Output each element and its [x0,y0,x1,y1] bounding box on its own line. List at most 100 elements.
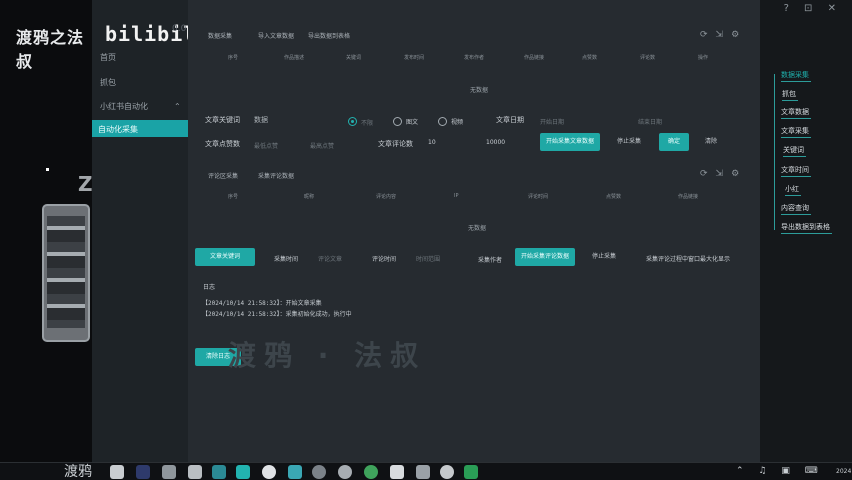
app-icon[interactable] [262,465,276,479]
main-panel: 数据采集 导入文章数据 导出数据到表格 ⟳⇲⚙ 序号 作品描述 关键词 发布时间… [188,0,760,462]
date-end-input[interactable]: 结束日期 [638,117,662,126]
app-icon[interactable] [364,465,378,479]
tab-data-collect[interactable]: 数据采集 [208,31,232,40]
col-author: 发布作者 [464,55,485,61]
radio-any[interactable] [348,117,357,126]
clear-button[interactable]: 清除 [696,133,726,151]
app-icon[interactable] [110,465,124,479]
confirm-button[interactable]: 确定 [659,133,689,151]
author-label: 采集作者 [478,257,503,264]
app-icon[interactable] [390,465,404,479]
app-icon[interactable] [212,465,226,479]
col2-ip: IP [454,193,459,199]
watermark-text: 渡鸦 · 法叔 [228,339,427,372]
app-icon[interactable] [288,465,302,479]
start-comment-collect-button[interactable]: 开始采集评论数据 [515,248,575,266]
comment-max-input[interactable]: 10000 [486,139,505,146]
taskbar: 渡鸦 ⌃ ♫ ▣ ⌨ 2024 [0,462,852,480]
chevron-up-icon[interactable]: ⌃ [174,102,181,111]
mindmap-node: 数据采集 [781,70,811,82]
mindmap-node: 抓包 [782,89,798,101]
col2-link: 作品链接 [678,194,699,200]
col-description: 作品描述 [284,55,305,61]
sidebar-item-capture[interactable]: 抓包 [100,77,116,88]
comment-time-label: 评论时间 [372,256,397,263]
app-icon[interactable] [236,465,250,479]
mindmap-node: 文章数据 [781,107,811,119]
app-icon[interactable] [338,465,352,479]
video-overlay-strip: 渡鸦之法叔 Z [0,0,93,462]
z-glyph: Z [78,172,93,196]
like-min-input[interactable]: 最低点赞 [254,141,278,150]
col2-content: 评论内容 [376,194,397,200]
start-collect-button[interactable]: 开始采集文章数据 [540,133,600,151]
sidebar: 首页 抓包 小红书自动化 ⌃ 自动化采集 [92,0,188,462]
col-link: 作品链接 [524,55,545,61]
channel-title: 渡鸦之法叔 [16,28,85,71]
col-keyword: 关键词 [346,55,362,61]
date-label: 文章日期 [496,116,524,124]
app-icon[interactable] [188,465,202,479]
comment-label: 文章评论数 [378,140,413,148]
table2-toolbar-icons[interactable]: ⟳⇲⚙ [700,169,747,179]
radio-image[interactable] [393,117,402,126]
col2-nickname: 昵称 [304,194,315,200]
mindmap-node: 导出数据到表格 [781,222,832,234]
comment-keyword-tab[interactable]: 文章关键词 [195,248,255,266]
tab-collect-comments[interactable]: 采集评论数据 [258,171,294,180]
system-tray-icons[interactable]: ⌃ ♫ ▣ ⌨ [736,466,824,476]
maximize-hint: 采集评论过程中窗口最大化显示 [646,256,731,263]
radio-video-label: 视频 [451,119,464,126]
col-publish-time: 发布时间 [404,55,425,61]
app-icon[interactable] [440,465,454,479]
stop-collect-button[interactable]: 停止采集 [606,133,652,151]
col-comments: 评论数 [640,55,656,61]
radio-image-label: 图文 [406,119,419,126]
col-index: 序号 [228,55,239,61]
comment-min-input[interactable]: 10 [428,139,436,146]
keyword-input[interactable]: 数据 [254,115,268,125]
app-icon[interactable] [312,465,326,479]
empty-label-2: 无数据 [468,225,487,232]
mindmap-node: 关键词 [783,145,806,157]
mindmap-node: 文章时间 [781,165,811,177]
tab-export-table[interactable]: 导出数据到表格 [308,31,350,40]
mindmap-node: 文章采集 [781,126,811,138]
radio-video[interactable] [438,117,447,126]
table-toolbar-icons[interactable]: ⟳⇲⚙ [700,30,747,40]
mindmap-node: 小红 [785,184,801,196]
phone-preview [42,204,90,342]
sidebar-item-xhs-automation[interactable]: 小红书自动化 [100,101,148,112]
screen: 渡鸦之法叔 Z 首页 抓包 小红书自动化 ⌃ 自动化采集 bilibili 0.… [0,0,852,480]
col2-index: 序号 [228,194,239,200]
like-label: 文章点赞数 [205,140,240,148]
like-max-input[interactable]: 最高点赞 [310,141,334,150]
log-line: 【2024/10/14 21:58:32】：采集初始化成功，执行中 [202,311,352,318]
stop-comment-collect-button[interactable]: 停止采集 [581,248,627,266]
log-title: 日志 [203,284,216,291]
collect-time-label: 采集时间 [274,256,299,263]
app-icon[interactable] [136,465,150,479]
time-range-input[interactable]: 时间范围 [416,254,440,263]
app-icon[interactable] [162,465,176,479]
radio-any-label: 不限 [361,120,374,127]
tab-comment-area[interactable]: 评论区采集 [208,171,238,180]
sidebar-item-home[interactable]: 首页 [100,52,116,63]
app-icon[interactable] [416,465,430,479]
date-start-input[interactable]: 开始日期 [540,117,564,126]
col-actions: 操作 [698,55,709,61]
sidebar-item-auto-collect[interactable]: 自动化采集 [92,120,188,137]
col2-time: 评论时间 [528,194,549,200]
comment-article-label: 评论文章 [318,256,343,263]
empty-label-1: 无数据 [470,87,489,94]
phone-screen [47,216,85,328]
window-controls-icons[interactable]: ? ⊡ ✕ [784,3,842,14]
tab-import-article[interactable]: 导入文章数据 [258,31,294,40]
taskbar-label: 渡鸦 [64,464,92,480]
version-label: 0.0 [172,24,187,34]
mindmap-connector [774,74,775,230]
clock: 2024 [836,468,852,475]
app-icon[interactable] [464,465,478,479]
cursor-dot [46,168,49,171]
col-likes: 点赞数 [582,55,598,61]
